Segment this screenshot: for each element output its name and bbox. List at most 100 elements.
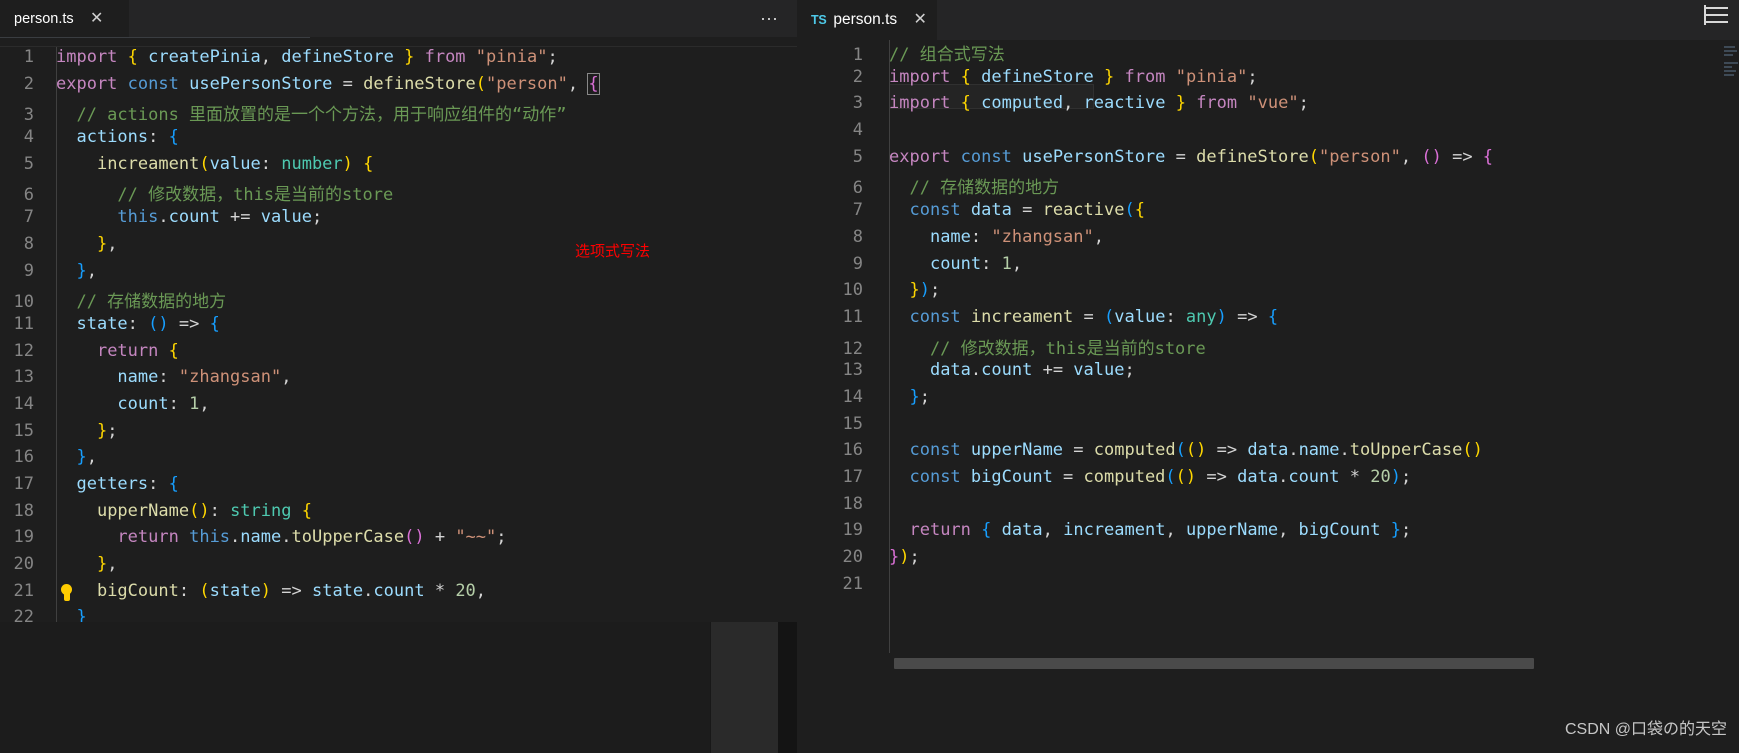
line-number: 15 (13, 420, 34, 441)
code-line[interactable]: 5 increament(value: number) { (0, 154, 797, 181)
code-line[interactable]: 2 import { defineStore } from "pinia"; (797, 67, 1739, 94)
code-line[interactable]: 4 (797, 120, 1739, 147)
code-line[interactable]: 9 }, (0, 261, 797, 288)
code-token: reactive (1042, 200, 1125, 221)
code-line[interactable]: 14 }; (797, 387, 1739, 414)
code-line[interactable]: 16 const upperName = computed(() => data… (797, 440, 1739, 467)
code-token: , (1278, 520, 1299, 541)
code-token: . (230, 527, 241, 548)
code-line[interactable]: 21 bigCount: (state) => state.count * 20… (0, 581, 797, 608)
code-line[interactable]: 3 import { computed, reactive } from "vue… (797, 93, 1739, 120)
code-token: : (178, 580, 200, 601)
code-token: name (1298, 440, 1340, 461)
left-tab-person-ts[interactable]: person.ts ✕ (0, 0, 130, 37)
code-line[interactable]: 15 }; (0, 421, 797, 448)
code-token: += (219, 207, 261, 228)
code-line-content: // actions 里面放置的是一个个方法，用于响应组件的“动作” (34, 100, 797, 125)
toggle-panel-layout-icon[interactable] (1704, 3, 1730, 29)
code-line[interactable]: 19 return this.name.toUpperCase() + "~~"… (0, 527, 797, 554)
line-number: 11 (842, 306, 863, 327)
code-token: 20 (455, 580, 476, 601)
code-line[interactable]: 18 upperName(): string { (0, 501, 797, 528)
code-token: return (909, 520, 971, 541)
code-line[interactable]: 10 // 存储数据的地方 (0, 287, 797, 314)
code-line[interactable]: 19 return { data, increament, upperName,… (797, 520, 1739, 547)
code-token: , (86, 447, 97, 468)
code-token: ( (1124, 200, 1135, 221)
code-line[interactable]: 11 state: () => { (0, 314, 797, 341)
right-code-editor[interactable]: 1// 组合式写法 2 import { defineStore } from "p… (797, 40, 1739, 653)
line-number: 9 (852, 253, 863, 274)
code-token: // 修改数据，this是当前的store (889, 338, 1206, 359)
code-token: data (929, 360, 971, 381)
code-token: count (1288, 467, 1340, 487)
code-line[interactable]: 6 // 修改数据，this是当前的store (0, 180, 797, 207)
code-token: } (1390, 520, 1401, 541)
horizontal-scrollbar[interactable] (894, 658, 1534, 669)
code-token: ( (148, 313, 159, 334)
code-token: computed (981, 93, 1064, 114)
code-line[interactable]: 21 (797, 574, 1739, 601)
code-token: => (1226, 306, 1268, 327)
more-actions-icon[interactable]: ⋯ (760, 10, 779, 28)
code-line[interactable]: 9 count: 1, (797, 254, 1739, 281)
code-line[interactable]: 17 getters: { (0, 474, 797, 501)
code-line[interactable]: 13 data.count += value; (797, 360, 1739, 387)
editor-window: person.ts ✕ ⋯ 1 import { createPinia, def… (0, 0, 1739, 753)
code-token: , (1042, 520, 1064, 541)
code-line[interactable]: 1 // 组合式写法 (797, 40, 1739, 67)
code-line[interactable]: 4 actions: { (0, 127, 797, 154)
code-token: // actions 里面放置的是一个个方法，用于响应组件的“动作” (56, 105, 567, 126)
left-tabbar-actions: ⋯ (760, 0, 797, 37)
code-line[interactable]: 1 import { createPinia, defineStore } fro… (0, 47, 797, 74)
code-token: } (889, 547, 900, 568)
code-line[interactable]: 20}); (797, 547, 1739, 574)
code-line-content: }); (863, 547, 1739, 567)
line-number: 5 (852, 146, 863, 167)
code-line[interactable]: 20 }, (0, 554, 797, 581)
close-icon[interactable]: ✕ (88, 10, 106, 28)
right-tab-label: person.ts (833, 11, 898, 28)
annotation-options-api: 选项式写法 (575, 242, 651, 260)
code-line[interactable]: 2 export const usePersonStore = defineSto… (0, 72, 797, 101)
code-token: "~~" (455, 527, 497, 548)
code-line[interactable]: 12 // 修改数据，this是当前的store (797, 334, 1739, 361)
code-line[interactable]: 12 return { (0, 341, 797, 368)
code-line[interactable]: 8 name: "zhangsan", (797, 227, 1739, 254)
code-token: = (1073, 306, 1104, 327)
code-line[interactable]: 5 export const usePersonStore = defineSto… (797, 147, 1739, 174)
code-line[interactable]: 22 } (0, 607, 797, 622)
code-line[interactable]: 8 }, (0, 234, 797, 261)
line-number: 21 (842, 573, 863, 594)
right-tab-person-ts[interactable]: TS person.ts ✕ (797, 0, 939, 40)
code-token: increament (970, 306, 1074, 327)
code-line[interactable]: 11 const increament = (value: any) => { (797, 307, 1739, 334)
left-code-editor[interactable]: 1 import { createPinia, defineStore } fro… (0, 47, 797, 622)
code-token: { (960, 93, 971, 114)
code-line[interactable]: 16 }, (0, 447, 797, 474)
code-line[interactable]: 7 const data = reactive({ (797, 200, 1739, 227)
code-token: ) (1185, 467, 1197, 487)
code-line[interactable]: 6 // 存储数据的地方 (797, 173, 1739, 200)
code-line[interactable]: 18 (797, 494, 1739, 521)
code-line[interactable]: 10 }); (797, 280, 1739, 307)
code-line[interactable]: 17 const bigCount = computed(() => data.… (797, 467, 1739, 494)
line-number: 1 (852, 45, 863, 65)
code-line[interactable]: 15 (797, 414, 1739, 441)
code-line[interactable]: 7 this.count += value; (0, 207, 797, 234)
code-line[interactable]: 3 // actions 里面放置的是一个个方法，用于响应组件的“动作” (0, 100, 797, 127)
code-token: : (260, 153, 282, 174)
minimap[interactable] (1721, 40, 1739, 653)
code-line[interactable]: 13 name: "zhangsan", (0, 367, 797, 394)
right-code-lines: 1// 组合式写法 2 import { defineStore } from "p… (797, 40, 1739, 600)
lightbulb-icon[interactable] (58, 584, 75, 603)
close-icon[interactable]: ✕ (911, 11, 929, 29)
code-token: ) (1472, 440, 1483, 461)
code-token: return (117, 527, 179, 548)
code-line[interactable]: 14 count: 1, (0, 394, 797, 421)
code-token: defineStore (1196, 146, 1309, 167)
